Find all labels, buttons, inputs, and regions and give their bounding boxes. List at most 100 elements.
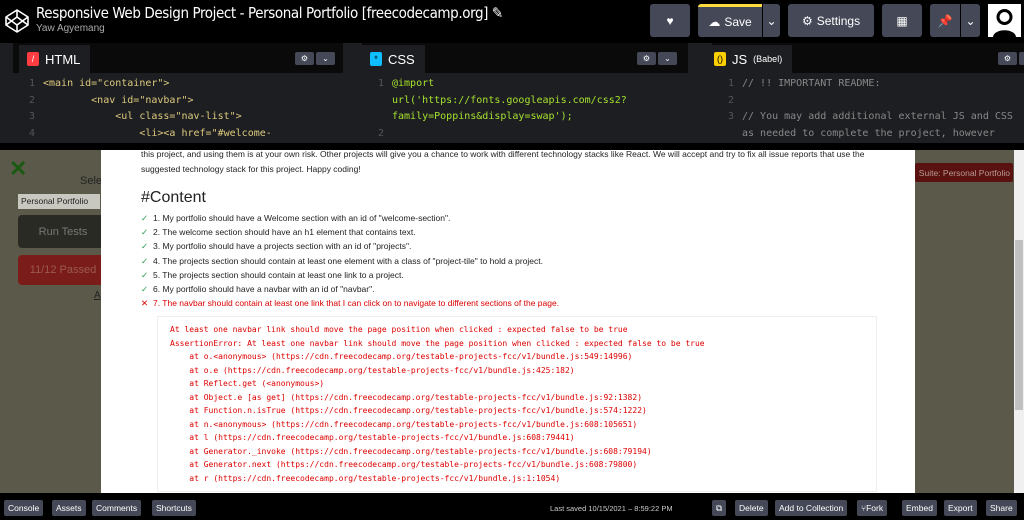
test-item: ✓ 6. My portfolio should have a navbar wi… <box>141 282 915 296</box>
css-editor[interactable]: * CSS ⚙ ⌄ 1 @import url('https://fonts.googl… <box>362 43 688 143</box>
test-list: ✓ 1. My portfolio should have a Welcome s… <box>141 211 915 310</box>
console-button[interactable]: Console <box>4 500 44 516</box>
shortcuts-button[interactable]: Shortcuts <box>152 500 196 516</box>
code-line: 3 // You may add additional external JS a… <box>712 109 1024 126</box>
line-number: 2 <box>28 94 35 106</box>
embed-button[interactable]: Embed <box>902 500 937 516</box>
change-view-button[interactable]: ▦ <box>882 4 922 37</box>
share-button[interactable]: Share <box>986 500 1017 516</box>
edit-pencil-icon[interactable]: ✎ <box>492 4 503 22</box>
html-slash-icon: / <box>27 52 39 66</box>
cloud-icon: ☁ <box>708 15 721 29</box>
pin-dropdown-button[interactable]: ⌄ <box>961 4 980 37</box>
test-text: 5. The projects section should contain a… <box>153 269 404 280</box>
line-number: 3 <box>727 111 734 122</box>
comments-button[interactable]: Comments <box>92 500 142 516</box>
check-icon: ✓ <box>141 284 149 295</box>
html-code[interactable]: 1 <main id="container"> 2 <nav id="navbar"… <box>13 73 343 142</box>
code-text: family=Poppins&display=swap'); <box>392 111 573 122</box>
tab-label: JS <box>732 51 748 67</box>
error-line: at Generator._invoke (https://cdn.freeco… <box>170 446 652 456</box>
settings-button[interactable]: ⚙ Settings <box>788 4 874 37</box>
html-editor[interactable]: / HTML ⚙ ⌄ 1 <main id="container"> 2 <nav id… <box>13 43 343 143</box>
tab-css[interactable]: * CSS <box>362 45 425 73</box>
editors-area: / HTML ⚙ ⌄ 1 <main id="container"> 2 <nav id… <box>0 43 1024 143</box>
pen-title[interactable]: Responsive Web Design Project - Personal… <box>36 4 503 22</box>
test-text: 4. The projects section should contain a… <box>153 255 544 266</box>
love-button[interactable]: ♥ <box>650 4 690 37</box>
editor-collapse-button[interactable]: ⌄ <box>1019 52 1024 65</box>
tab-sublabel: (Babel) <box>753 54 783 64</box>
fork-button[interactable]: ⑂ Fork <box>857 500 888 516</box>
code-text: <ul class="nav-list"> <box>43 111 242 122</box>
error-line: at Reflect.get (<anonymous>) <box>170 379 325 389</box>
code-line: as needed to complete the project, howev… <box>712 126 1024 143</box>
close-icon[interactable]: ✕ <box>9 156 27 182</box>
test-text: 1. My portfolio should have a Welcome se… <box>153 213 451 223</box>
code-text: <li><a href="#welcome- <box>43 127 272 139</box>
css-asterisk-icon: * <box>370 52 382 66</box>
test-text: 3. My portfolio should have a projects s… <box>153 241 412 252</box>
test-results-modal: this project, and using them is at your … <box>101 150 915 493</box>
chevron-down-icon: ⌄ <box>766 13 777 28</box>
js-editor[interactable]: () JS (Babel) ⚙⌄ 1 // !! IMPORTANT README: 2… <box>712 43 1024 143</box>
error-line: at Generator.next (https://cdn.freecodec… <box>170 460 638 470</box>
editor-settings-button[interactable]: ⚙ <box>295 52 314 65</box>
add-to-collection-button[interactable]: Add to Collection <box>775 500 848 516</box>
error-line: At least one navbar link should move the… <box>170 325 628 335</box>
line-number: 1 <box>377 78 384 89</box>
tab-js[interactable]: () JS (Babel) <box>712 45 793 73</box>
tab-html[interactable]: / HTML <box>19 45 91 73</box>
test-item: ✓ 4. The projects section should contain … <box>141 254 915 268</box>
code-text: @import <box>392 78 435 89</box>
author-name[interactable]: Yaw Agyemang <box>36 23 105 34</box>
tab-label: CSS <box>388 51 415 67</box>
code-line: url('https://fonts.googleapis.com/css2? <box>362 93 688 110</box>
code-line: 1 <main id="container"> <box>13 76 343 93</box>
save-label: Save <box>724 15 752 29</box>
about-link[interactable]: A <box>94 290 101 301</box>
pin-button[interactable]: 📌 <box>930 4 960 37</box>
delete-button[interactable]: Delete <box>735 500 768 516</box>
css-code[interactable]: 1 @import url('https://fonts.googleapis.co… <box>362 73 688 142</box>
save-button[interactable]: ☁ Save <box>698 4 762 37</box>
run-tests-button[interactable]: Run Tests <box>18 215 108 248</box>
test-item: ✓ 2. The welcome section should have an h… <box>141 225 915 239</box>
code-line: 1 @import <box>362 76 688 93</box>
check-icon: ✓ <box>141 269 149 280</box>
editor-settings-button[interactable]: ⚙ <box>637 52 656 65</box>
line-number: 1 <box>727 78 734 89</box>
test-text: 2. The welcome section should have an h1… <box>153 227 416 238</box>
editor-settings-button[interactable]: ⚙ <box>998 52 1017 65</box>
js-code[interactable]: 1 // !! IMPORTANT README: 2 3 // You may add… <box>712 73 1024 142</box>
error-line: at n.<anonymous> (https://cdn.freecodeca… <box>170 419 638 429</box>
layout-icon: ▦ <box>896 13 908 28</box>
assets-button[interactable]: Assets <box>52 500 86 516</box>
pin-icon: 📌 <box>937 13 953 28</box>
suite-banner: Suite: Personal Portfolio <box>915 163 1013 182</box>
test-item: ✓ 3. My portfolio should have a projects … <box>141 239 915 253</box>
code-line: 3 <ul class="nav-list"> <box>13 109 343 126</box>
editor-collapse-button[interactable]: ⌄ <box>316 52 335 65</box>
check-icon: ✓ <box>141 255 149 266</box>
code-line: family=Poppins&display=swap'); <box>362 109 688 126</box>
avatar[interactable] <box>988 4 1021 37</box>
open-external-button[interactable]: ⧉ <box>712 500 727 516</box>
description-text: this project, and using them is at your … <box>141 150 865 174</box>
tests-passed-button[interactable]: 11/12 Passed <box>18 255 108 285</box>
code-line: 4 <li><a href="#welcome- <box>13 126 343 143</box>
line-number: 2 <box>377 127 384 139</box>
test-suite-select[interactable]: Personal Portfolio <box>18 194 100 209</box>
export-button[interactable]: Export <box>944 500 977 516</box>
content-heading: #Content <box>141 189 206 206</box>
check-icon: ✓ <box>141 241 149 252</box>
test-text: 7. The navbar should contain at least on… <box>153 298 560 309</box>
codepen-logo-icon[interactable] <box>4 8 30 34</box>
code-text: <nav id="navbar"> <box>43 94 194 106</box>
editor-collapse-button[interactable]: ⌄ <box>658 52 677 65</box>
scrollbar[interactable] <box>1014 150 1024 493</box>
js-braces-icon: () <box>714 52 726 66</box>
save-dropdown-button[interactable]: ⌄ <box>763 4 780 37</box>
test-text: 6. My portfolio should have a navbar wit… <box>153 284 375 295</box>
test-item: ✕ 7. The navbar should contain at least o… <box>141 296 915 310</box>
